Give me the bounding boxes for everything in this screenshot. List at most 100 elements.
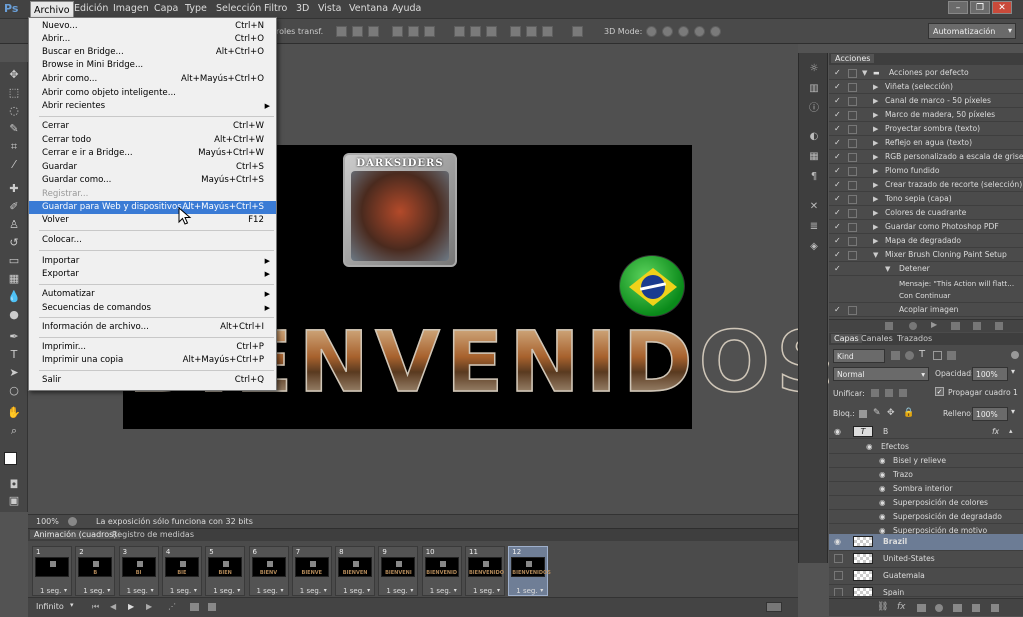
chevron-down-icon[interactable]: ▾ (70, 601, 74, 609)
check-icon[interactable]: ✓ (834, 136, 841, 150)
menu-seleccion[interactable]: Selección (216, 3, 261, 14)
check-icon[interactable]: ✓ (834, 206, 841, 220)
delete-layer-icon[interactable] (991, 604, 999, 612)
menu-vista[interactable]: Vista (318, 3, 341, 14)
dialog-toggle-box[interactable] (848, 181, 857, 190)
type-tool-icon[interactable]: T (7, 348, 21, 362)
align-center-icon[interactable] (408, 26, 419, 37)
action-row[interactable]: ✓ ▶ RGB personalizado a escala de grises (829, 150, 1023, 164)
action-row[interactable]: ✓ ▶ Guardar como Photoshop PDF (829, 220, 1023, 234)
frame-duration[interactable]: 1 seg. (386, 587, 407, 595)
info-icon[interactable]: ⓘ (808, 103, 820, 115)
check-icon[interactable]: ✓ (834, 303, 841, 317)
play-icon[interactable]: ▶ (931, 320, 937, 329)
menu-item-colocar[interactable]: Colocar... (29, 234, 276, 247)
3d-scale-icon[interactable] (710, 26, 721, 37)
menu-item-imprimir[interactable]: Imprimir... Ctrl+P (29, 341, 276, 354)
lock-all-icon[interactable]: 🔒 (903, 408, 914, 418)
path-select-icon[interactable]: ➤ (7, 366, 21, 380)
align-right-icon[interactable] (424, 26, 435, 37)
frame-duration[interactable]: 1 seg. (343, 587, 364, 595)
new-action-icon[interactable] (973, 322, 981, 330)
3d-icon[interactable]: ◈ (808, 241, 820, 253)
unify-visibility-icon[interactable] (885, 389, 893, 397)
kind-filter-select[interactable]: Kind (833, 349, 885, 363)
action-row[interactable]: ✓ ▼ Mixer Brush Cloning Paint Setup (829, 248, 1023, 262)
action-message-row[interactable]: Mensaje: "This Action will flatt... Con … (829, 276, 1023, 303)
chevron-down-icon[interactable]: ▾ (151, 587, 154, 594)
expand-down-icon[interactable]: ▼ (885, 262, 890, 276)
eyedropper-tool-icon[interactable]: ⁄ (7, 158, 21, 172)
animation-frame[interactable]: 6 BIENV 1 seg. ▾ (248, 546, 289, 596)
lock-transparency-icon[interactable] (859, 410, 867, 418)
action-row[interactable]: ✓ ▶ Canal de marco - 50 píxeles (829, 94, 1023, 108)
dialog-toggle-box[interactable] (848, 97, 857, 106)
gradient-tool-icon[interactable]: ▦ (7, 272, 21, 286)
dialog-toggle-box[interactable] (848, 69, 857, 78)
histogram-icon[interactable]: ▥ (808, 83, 820, 95)
align-top-icon[interactable] (336, 26, 347, 37)
menu-ayuda[interactable]: Ayuda (392, 3, 421, 14)
action-row[interactable]: ✓ ▶ Plomo fundido (829, 164, 1023, 178)
menu-item-guardar[interactable]: Guardar Ctrl+S (29, 161, 276, 174)
delete-frame-icon[interactable] (208, 603, 216, 611)
align-left-icon[interactable] (392, 26, 403, 37)
expand-right-icon[interactable]: ▶ (873, 108, 878, 122)
menu-item-salir[interactable]: Salir Ctrl+Q (29, 374, 276, 387)
close-icon[interactable]: ✕ (992, 1, 1012, 14)
propagate-checkbox[interactable]: ✓ (935, 387, 944, 396)
unify-position-icon[interactable] (871, 389, 879, 397)
effect-row[interactable]: ◉ Trazo (829, 467, 1023, 482)
menu-item-objeto-inteligente[interactable]: Abrir como objeto inteligente... (29, 87, 276, 100)
action-row[interactable]: ✓ ▶ Crear trazado de recorte (selección) (829, 178, 1023, 192)
expand-right-icon[interactable]: ▶ (873, 206, 878, 220)
menu-item-automatizar[interactable]: Automatizar ▶ (29, 288, 276, 301)
distribute-center-icon[interactable] (526, 26, 537, 37)
action-step-row[interactable]: ✓ ▼ Detener (829, 262, 1023, 276)
shape-tool-icon[interactable]: ○ (7, 384, 21, 398)
chevron-down-icon[interactable]: ▾ (324, 587, 327, 594)
expand-right-icon[interactable]: ▶ (873, 136, 878, 150)
dialog-toggle-box[interactable] (848, 195, 857, 204)
convert-timeline-icon[interactable] (766, 602, 782, 612)
animation-frame[interactable]: 10 BIENVENID 1 seg. ▾ (421, 546, 462, 596)
tab-canales[interactable]: Canales (861, 334, 893, 343)
animation-frame[interactable]: 12 BIENVENIDOS 1 seg. ▾ (508, 546, 551, 596)
menu-item-importar[interactable]: Importar ▶ (29, 255, 276, 268)
animation-frame[interactable]: 11 BIENVENIDO 1 seg. ▾ (465, 546, 505, 596)
chevron-down-icon[interactable]: ▾ (454, 587, 457, 594)
dodge-tool-icon[interactable]: ● (7, 308, 21, 322)
layer-row-united-states[interactable]: United-States (829, 551, 1023, 568)
move-tool-icon[interactable]: ✥ (7, 68, 21, 82)
menu-item-abrir-como[interactable]: Abrir como... Alt+Mayús+Ctrl+O (29, 73, 276, 86)
frame-duration[interactable]: 1 seg. (127, 587, 148, 595)
animation-frame[interactable]: 9 BIENVENI 1 seg. ▾ (378, 546, 419, 596)
frame-duration[interactable]: 1 seg. (213, 587, 234, 595)
menu-item-imprimir-copia[interactable]: Imprimir una copia Alt+Mayús+Ctrl+P (29, 354, 276, 367)
minimize-icon[interactable]: – (948, 1, 968, 14)
effects-row[interactable]: ◉ Efectos (829, 439, 1023, 454)
collapse-up-icon[interactable]: ▴ (1009, 424, 1013, 439)
tab-acciones[interactable]: Acciones (831, 54, 875, 63)
trash-icon[interactable] (995, 322, 1003, 330)
check-icon[interactable]: ✓ (834, 220, 841, 234)
play-icon[interactable]: ▶ (128, 602, 134, 611)
expand-right-icon[interactable]: ▶ (873, 178, 878, 192)
paragraph-icon[interactable]: ¶ (808, 171, 820, 183)
check-icon[interactable]: ✓ (834, 94, 841, 108)
effect-row[interactable]: ◉ Superposición de colores (829, 495, 1023, 510)
menu-item-cerrar-bridge[interactable]: Cerrar e ir a Bridge... Mayús+Ctrl+W (29, 147, 276, 160)
expand-right-icon[interactable]: ▶ (873, 234, 878, 248)
menu-item-buscar-bridge[interactable]: Buscar en Bridge... Alt+Ctrl+O (29, 46, 276, 59)
filter-type-icon[interactable]: T (919, 349, 925, 360)
effect-row[interactable]: ◉ Superposición de degradado (829, 509, 1023, 524)
chevron-down-icon[interactable]: ▾ (281, 587, 284, 594)
check-icon[interactable]: ✓ (834, 248, 841, 262)
menu-item-cerrar-todo[interactable]: Cerrar todo Alt+Ctrl+W (29, 134, 276, 147)
expand-right-icon[interactable]: ▶ (873, 94, 878, 108)
menu-type[interactable]: Type (185, 3, 207, 14)
menu-item-abrir[interactable]: Abrir... Ctrl+O (29, 33, 276, 46)
loop-select[interactable]: Infinito (36, 602, 64, 611)
layer-row-text[interactable]: ◉ T Bfx ▴ (829, 424, 1023, 439)
action-row[interactable]: ✓ ▶ Marco de madera, 50 píxeles (829, 108, 1023, 122)
